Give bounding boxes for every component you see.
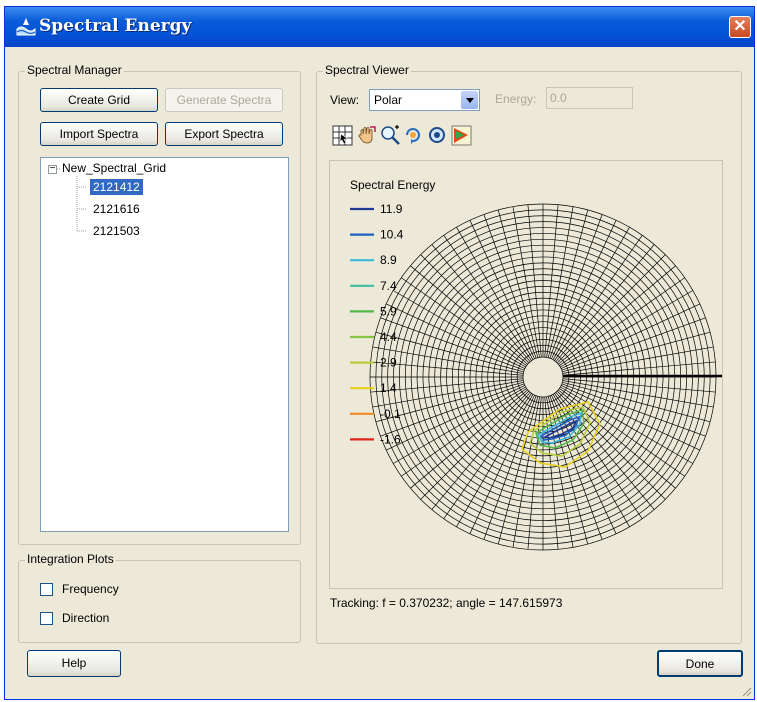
tree-root-label[interactable]: New_Spectral_Grid (62, 161, 166, 175)
polar-plot-svg[interactable]: Spectral Energy 11.9 10.4 8.9 7.4 5.9 4.4 2.9 1.… (330, 161, 722, 588)
view-label: View: (330, 93, 360, 107)
legend-label: 10.4 (380, 228, 404, 242)
frequency-label: Frequency (62, 582, 119, 596)
spectral-energy-window: Spectral Energy ✕ Spectral Manager Creat… (4, 6, 755, 700)
spectra-tree[interactable]: − New_Spectral_Grid 2121412 2121616 2121… (40, 157, 289, 532)
export-spectra-button[interactable]: Export Spectra (165, 122, 283, 146)
legend-label: -1.6 (380, 432, 401, 446)
direction-checkbox[interactable] (40, 612, 53, 625)
tree-item-2121616[interactable]: 2121616 (90, 201, 143, 217)
generate-spectra-button[interactable]: Generate Spectra (165, 88, 283, 112)
legend-label: -0.1 (380, 407, 401, 421)
view-select[interactable]: Polar (369, 89, 480, 111)
zoom-in-icon[interactable] (380, 125, 401, 146)
legend-label: 2.9 (380, 356, 397, 370)
direction-label: Direction (62, 611, 110, 625)
create-grid-button[interactable]: Create Grid (40, 88, 158, 112)
legend-label: 1.4 (380, 381, 397, 395)
legend-label: 4.4 (380, 330, 397, 344)
spectral-viewer-title: Spectral Viewer (323, 63, 411, 77)
energy-input[interactable]: 0.0 (546, 87, 633, 109)
grid-select-icon[interactable] (332, 125, 353, 146)
import-spectra-button[interactable]: Import Spectra (40, 122, 158, 146)
tree-item-2121503[interactable]: 2121503 (90, 223, 143, 239)
close-icon[interactable]: ✕ (729, 16, 751, 38)
view-select-value: Polar (374, 93, 403, 107)
energy-label: Energy: (495, 92, 537, 106)
frequency-checkbox[interactable] (40, 583, 53, 596)
zoom-extents-icon[interactable] (427, 125, 448, 146)
spectral-manager-title: Spectral Manager (25, 63, 124, 77)
tree-item-2121412[interactable]: 2121412 (89, 178, 144, 196)
integration-plots-group: Integration Plots (18, 552, 301, 643)
color-fill-icon[interactable] (451, 125, 472, 146)
polar-plot-area[interactable]: Spectral Energy 11.9 10.4 8.9 7.4 5.9 4.4 2.9 1.… (329, 160, 723, 589)
done-button[interactable]: Done (657, 650, 743, 677)
help-button[interactable]: Help (27, 650, 121, 677)
legend-label: 7.4 (380, 279, 397, 293)
title-bar[interactable]: Spectral Energy ✕ (5, 7, 754, 47)
legend-label: 8.9 (380, 253, 397, 267)
legend-title: Spectral Energy (350, 178, 435, 192)
tracking-readout: Tracking: f = 0.370232; angle = 147.6159… (330, 596, 563, 610)
integration-plots-title: Integration Plots (25, 552, 116, 566)
window-title: Spectral Energy (39, 16, 192, 36)
legend-label: 11.9 (380, 202, 403, 216)
legend-label: 5.9 (380, 304, 397, 318)
resize-grip-icon[interactable] (740, 685, 752, 697)
hand-pan-icon[interactable] (356, 125, 377, 146)
app-icon (16, 18, 36, 36)
chevron-down-icon[interactable] (461, 91, 478, 109)
rotate-icon[interactable] (403, 125, 424, 146)
